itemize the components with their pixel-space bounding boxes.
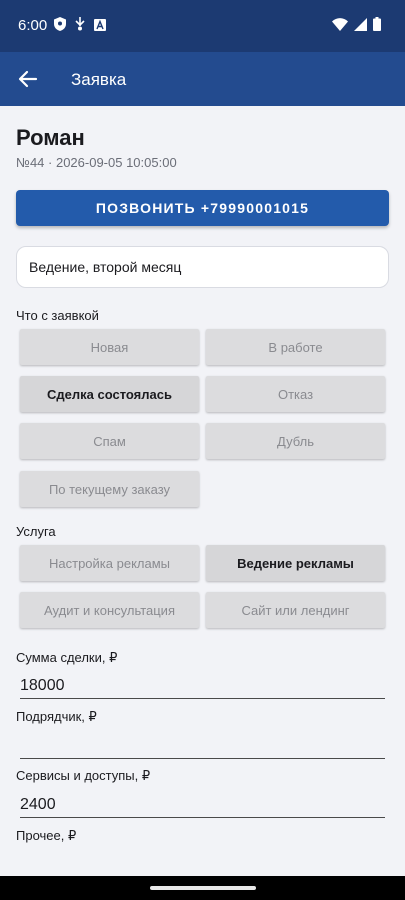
- client-name: Роман: [16, 125, 85, 150]
- deal-sum-input[interactable]: [20, 673, 385, 699]
- status-section-label: Что с заявкой: [16, 308, 99, 323]
- status-option-deal-done[interactable]: Сделка состоялась: [20, 376, 199, 412]
- service-option-ad-setup[interactable]: Настройка рекламы: [20, 545, 199, 581]
- request-meta: №44 · 2026-09-05 10:05:00: [16, 155, 177, 170]
- wifi-icon: [332, 17, 348, 36]
- usb-debug-icon: [74, 17, 86, 36]
- contractor-label: Подрядчик, ₽: [16, 709, 97, 724]
- other-label: Прочее, ₽: [16, 828, 77, 843]
- service-option-ad-management[interactable]: Ведение рекламы: [206, 545, 385, 581]
- status-option-duplicate[interactable]: Дубль: [206, 423, 385, 459]
- service-option-website[interactable]: Сайт или лендинг: [206, 592, 385, 628]
- request-form: Роман №44 · 2026-09-05 10:05:00 ПОЗВОНИТ…: [0, 106, 405, 876]
- service-section-label: Услуга: [16, 524, 56, 539]
- note-field[interactable]: Ведение, второй месяц: [16, 246, 389, 288]
- status-icons-right: [332, 17, 381, 36]
- service-option-audit[interactable]: Аудит и консультация: [20, 592, 199, 628]
- status-option-new[interactable]: Новая: [20, 329, 199, 365]
- app-bar: Заявка: [0, 52, 405, 106]
- contractor-input[interactable]: [20, 733, 385, 759]
- home-gesture-handle[interactable]: [150, 886, 256, 890]
- status-option-in-progress[interactable]: В работе: [206, 329, 385, 365]
- signal-icon: [354, 17, 367, 36]
- status-icons-left: [54, 17, 106, 36]
- status-time: 6:00: [18, 17, 48, 34]
- shield-icon: [54, 17, 66, 36]
- deal-sum-label: Сумма сделки, ₽: [16, 650, 118, 665]
- battery-icon: [373, 17, 381, 36]
- system-nav-bar: [0, 876, 405, 900]
- status-option-spam[interactable]: Спам: [20, 423, 199, 459]
- status-option-current-order[interactable]: По текущему заказу: [20, 471, 199, 507]
- page-title: Заявка: [71, 70, 127, 89]
- services-label: Сервисы и доступы, ₽: [16, 768, 151, 783]
- status-bar: 6:00: [0, 0, 405, 52]
- call-button[interactable]: ПОЗВОНИТЬ +79990001015: [16, 190, 389, 226]
- note-text: Ведение, второй месяц: [29, 259, 182, 275]
- arrow-left-icon[interactable]: [16, 67, 40, 91]
- text-a-icon: [94, 18, 106, 36]
- services-input[interactable]: [20, 792, 385, 818]
- status-option-rejected[interactable]: Отказ: [206, 376, 385, 412]
